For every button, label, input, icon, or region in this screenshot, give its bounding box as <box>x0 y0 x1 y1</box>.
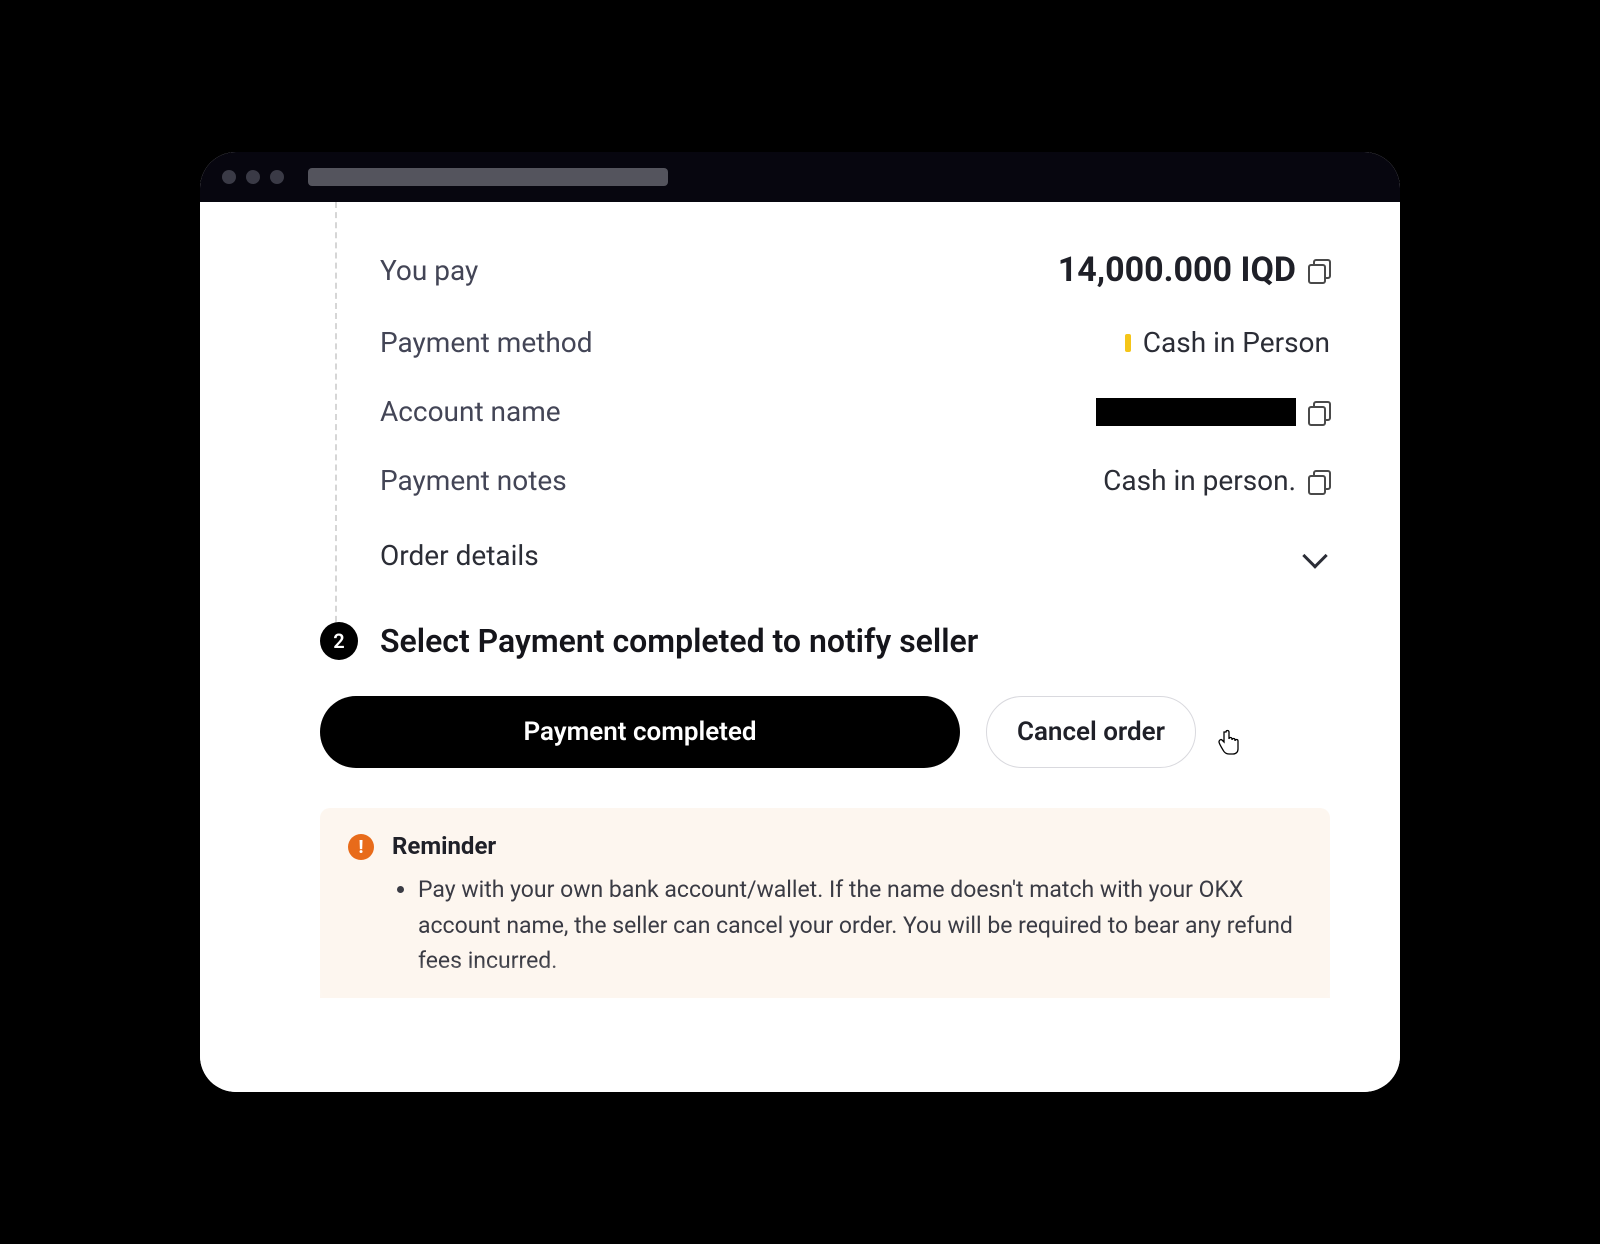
payment-method-label: Payment method <box>380 326 593 359</box>
payment-notes-label: Payment notes <box>380 464 567 497</box>
row-you-pay: You pay 14,000.000 IQD <box>380 232 1330 308</box>
account-name-label: Account name <box>380 395 561 428</box>
order-details-toggle[interactable]: Order details <box>380 515 1330 582</box>
warning-icon: ! <box>348 834 374 860</box>
traffic-light-minimize[interactable] <box>246 170 260 184</box>
you-pay-label: You pay <box>380 254 478 287</box>
reminder-list: Pay with your own bank account/wallet. I… <box>392 872 1302 998</box>
cursor-pointer-icon <box>1216 729 1240 763</box>
account-name-redacted <box>1096 398 1296 426</box>
traffic-light-close[interactable] <box>222 170 236 184</box>
browser-titlebar <box>200 152 1400 202</box>
account-name-value-wrap <box>1096 398 1330 426</box>
copy-icon[interactable] <box>1308 470 1330 492</box>
you-pay-value: 14,000.000 IQD <box>1058 250 1296 290</box>
copy-icon[interactable] <box>1308 401 1330 423</box>
payment-completed-button[interactable]: Payment completed <box>320 696 960 768</box>
step-2-title: Select Payment completed to notify selle… <box>380 622 978 660</box>
reminder-item: Avoid putting crypto-related words (BTC,… <box>418 991 1302 998</box>
payment-method-indicator-icon <box>1125 334 1131 352</box>
step-number-badge: 2 <box>320 622 358 660</box>
step-2-header: 2 Select Payment completed to notify sel… <box>320 622 1330 660</box>
copy-icon[interactable] <box>1308 259 1330 281</box>
order-details-label: Order details <box>380 539 539 572</box>
payment-method-value: Cash in Person <box>1143 326 1330 359</box>
row-payment-notes: Payment notes Cash in person. <box>380 446 1330 515</box>
step-2-actions: Payment completed Cancel order <box>320 696 1330 768</box>
reminder-title: Reminder <box>392 832 1302 860</box>
reminder-panel: ! Reminder Pay with your own bank accoun… <box>320 808 1330 998</box>
payment-notes-value-wrap: Cash in person. <box>1103 464 1330 497</box>
you-pay-value-wrap: 14,000.000 IQD <box>1058 250 1330 290</box>
step-2-section: 2 Select Payment completed to notify sel… <box>320 622 1330 998</box>
chevron-down-icon <box>1302 543 1327 568</box>
browser-window: You pay 14,000.000 IQD Payment method Ca… <box>200 152 1400 1092</box>
cancel-order-label: Cancel order <box>1017 717 1165 747</box>
page-viewport: You pay 14,000.000 IQD Payment method Ca… <box>200 202 1400 1092</box>
payment-method-value-wrap: Cash in Person <box>1125 326 1330 359</box>
row-account-name: Account name <box>380 377 1330 446</box>
address-bar[interactable] <box>308 168 668 186</box>
row-payment-method: Payment method Cash in Person <box>380 308 1330 377</box>
traffic-light-zoom[interactable] <box>270 170 284 184</box>
payment-notes-value: Cash in person. <box>1103 464 1296 497</box>
payment-completed-label: Payment completed <box>523 717 756 747</box>
cancel-order-button[interactable]: Cancel order <box>986 696 1196 768</box>
step-timeline <box>335 202 337 632</box>
reminder-item: Pay with your own bank account/wallet. I… <box>418 872 1302 979</box>
